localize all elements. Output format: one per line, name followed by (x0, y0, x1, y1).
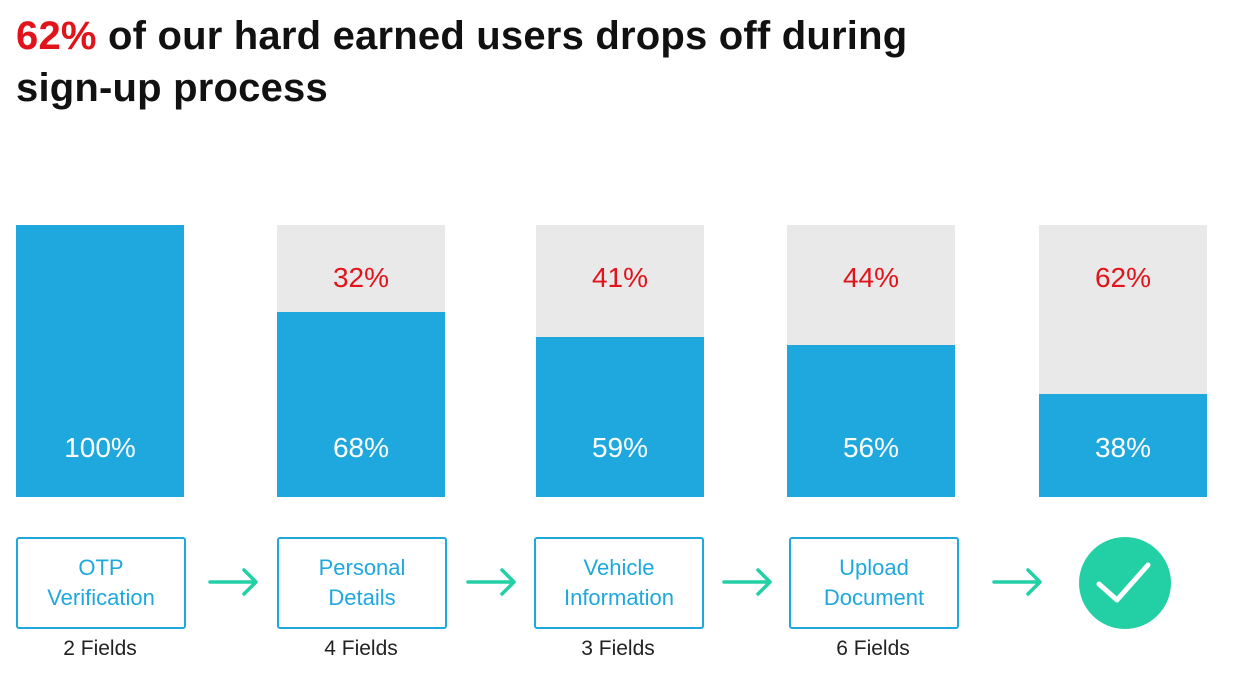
bar-completed: 62% 38% (1039, 225, 1207, 497)
drop-label: 41% (591, 262, 649, 293)
retained-label: 56% (842, 432, 900, 463)
bar-vehicle-information: 41% 59% (536, 225, 704, 497)
drop-label: 62% (1094, 262, 1152, 293)
retained-label: 68% (332, 432, 390, 463)
step-label-line2: Details (328, 585, 396, 610)
bar-otp-verification: 100% (16, 225, 184, 497)
step-label-line2: Information (563, 585, 675, 610)
title-highlight: 62% (16, 14, 97, 58)
step-personal-details: Personal Details 4 Fields (277, 537, 447, 661)
bar-fill-retained (787, 344, 955, 497)
step-upload-document: Upload Document 6 Fields (789, 537, 959, 661)
step-label-line1: Vehicle (583, 555, 655, 580)
arrow-right-icon (208, 568, 258, 596)
step-vehicle-information: Vehicle Information 3 Fields (534, 537, 704, 661)
step-box: Personal Details (277, 537, 447, 629)
arrow-right-icon (992, 568, 1042, 596)
step-box: Upload Document (789, 537, 959, 629)
bar-fill-retained (536, 336, 704, 497)
bar-fill-retained (277, 312, 445, 497)
step-field-count: 6 Fields (836, 637, 910, 660)
step-label-line1: Personal (318, 555, 406, 580)
step-field-count: 4 Fields (324, 637, 398, 660)
checkmark-icon (1096, 562, 1151, 603)
retained-label: 38% (1094, 432, 1152, 463)
arrow-right-icon (722, 568, 772, 596)
step-label-line2: Document (823, 585, 925, 610)
step-field-count: 3 Fields (581, 637, 655, 660)
drop-label: 44% (842, 262, 900, 293)
step-box: Vehicle Information (534, 537, 704, 629)
bar-upload-document: 44% 56% (787, 225, 955, 497)
retained-label: 100% (64, 432, 136, 463)
title-text: of our hard earned users drops off durin… (16, 14, 908, 110)
step-label-line2: Verification (47, 585, 155, 610)
arrow-right-icon (466, 568, 516, 596)
bar-personal-details: 32% 68% (277, 225, 445, 497)
step-field-count: 2 Fields (63, 637, 137, 660)
step-box: OTP Verification (16, 537, 186, 629)
step-label-line1: OTP (78, 555, 124, 580)
drop-label: 32% (332, 262, 390, 293)
retained-label: 59% (591, 432, 649, 463)
page-title: 62% of our hard earned users drops off d… (16, 10, 916, 114)
step-otp-verification: OTP Verification 2 Fields (16, 537, 186, 661)
check-circle-icon (1079, 537, 1171, 629)
step-label-line1: Upload (839, 555, 909, 580)
